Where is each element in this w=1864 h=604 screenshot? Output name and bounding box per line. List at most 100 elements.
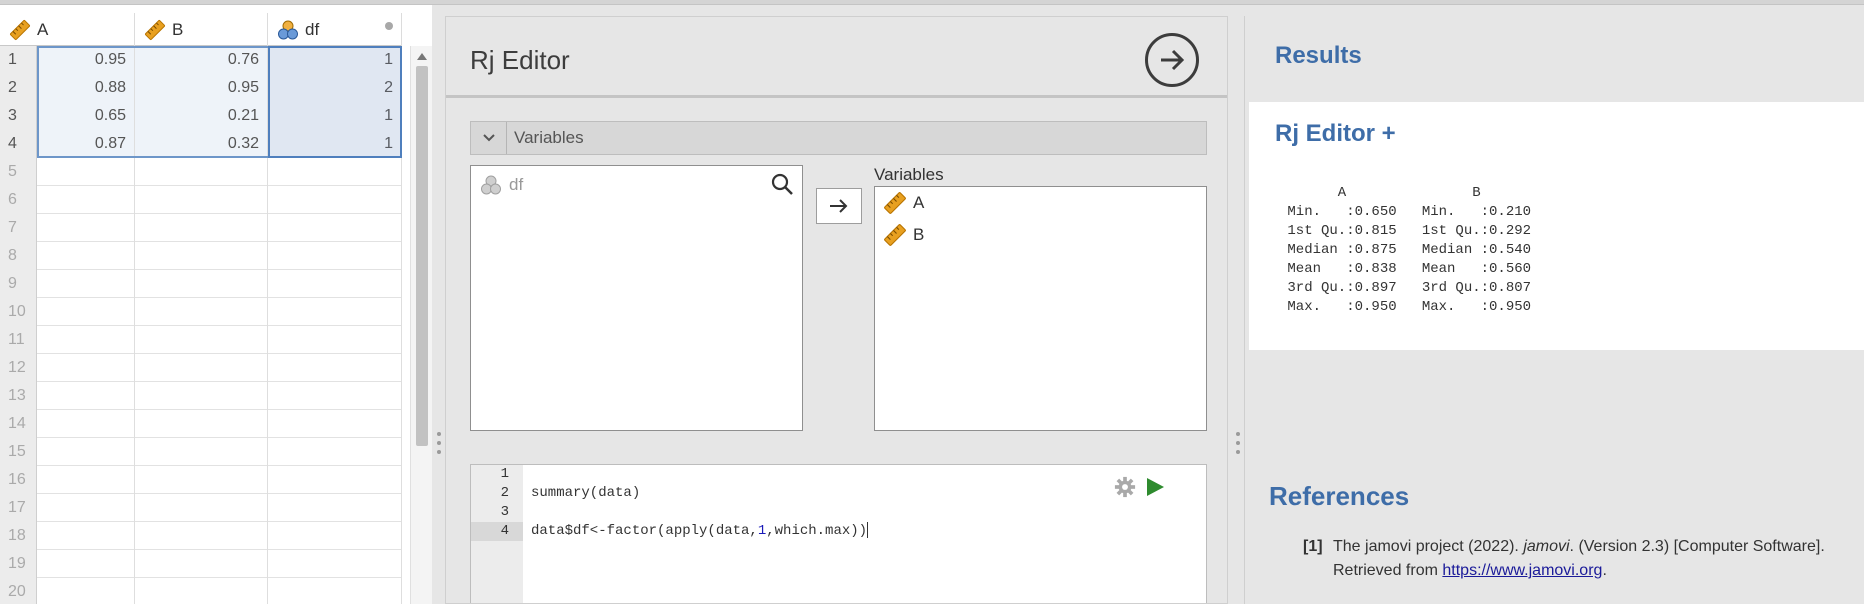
cell-a[interactable] <box>37 410 135 438</box>
cell-b[interactable] <box>135 438 268 466</box>
row-number[interactable]: 20 <box>0 578 37 604</box>
cell-b[interactable] <box>135 270 268 298</box>
cell-b[interactable] <box>135 410 268 438</box>
row-number[interactable]: 14 <box>0 410 37 438</box>
gear-icon[interactable] <box>1114 476 1136 498</box>
cell-a[interactable] <box>37 298 135 326</box>
cell-b[interactable] <box>135 298 268 326</box>
cell-df[interactable] <box>268 298 402 326</box>
cell-df[interactable] <box>268 522 402 550</box>
cell-b[interactable] <box>135 382 268 410</box>
chevron-down-icon[interactable] <box>471 122 507 154</box>
cell-a[interactable] <box>37 438 135 466</box>
cell-b[interactable] <box>135 522 268 550</box>
cell-df[interactable]: 2 <box>268 74 402 102</box>
cell-b[interactable]: 0.76 <box>135 46 268 74</box>
column-header-b[interactable]: B <box>135 13 268 46</box>
cell-df[interactable] <box>268 578 402 604</box>
cell-a[interactable]: 0.87 <box>37 130 135 158</box>
run-analysis-button[interactable] <box>1145 33 1199 87</box>
row-number[interactable]: 9 <box>0 270 37 298</box>
cell-b[interactable] <box>135 354 268 382</box>
cell-a[interactable] <box>37 466 135 494</box>
search-icon[interactable] <box>770 172 794 196</box>
row-number[interactable]: 18 <box>0 522 37 550</box>
cell-a[interactable] <box>37 382 135 410</box>
play-icon[interactable] <box>1144 476 1166 498</box>
cell-df[interactable]: 1 <box>268 46 402 74</box>
cell-b[interactable] <box>135 578 268 604</box>
cell-b[interactable]: 0.32 <box>135 130 268 158</box>
selected-variables-list[interactable]: A B <box>874 186 1207 431</box>
row-number[interactable]: 15 <box>0 438 37 466</box>
variables-section-header[interactable]: Variables <box>470 121 1207 155</box>
cell-df[interactable] <box>268 186 402 214</box>
row-number[interactable]: 13 <box>0 382 37 410</box>
cell-df[interactable]: 1 <box>268 130 402 158</box>
row-number[interactable]: 7 <box>0 214 37 242</box>
cell-b[interactable] <box>135 550 268 578</box>
cell-a[interactable] <box>37 158 135 186</box>
move-variable-button[interactable] <box>816 188 862 224</box>
analysis-title[interactable]: Rj Editor + <box>1275 120 1396 148</box>
cell-df[interactable] <box>268 354 402 382</box>
row-number[interactable]: 6 <box>0 186 37 214</box>
cell-b[interactable] <box>135 186 268 214</box>
row-number[interactable]: 10 <box>0 298 37 326</box>
available-variables-list[interactable]: df <box>470 165 803 431</box>
row-number[interactable]: 4 <box>0 130 37 158</box>
cell-b[interactable]: 0.21 <box>135 102 268 130</box>
code-line[interactable]: summary(data) <box>523 484 1208 503</box>
cell-df[interactable] <box>268 494 402 522</box>
cell-b[interactable] <box>135 466 268 494</box>
cell-df[interactable] <box>268 158 402 186</box>
cell-df[interactable] <box>268 466 402 494</box>
cell-b[interactable] <box>135 158 268 186</box>
row-number[interactable]: 17 <box>0 494 37 522</box>
cell-df[interactable] <box>268 326 402 354</box>
cell-df[interactable] <box>268 438 402 466</box>
row-number[interactable]: 12 <box>0 354 37 382</box>
cell-a[interactable]: 0.88 <box>37 74 135 102</box>
cell-df[interactable] <box>268 270 402 298</box>
cell-b[interactable] <box>135 494 268 522</box>
scroll-up-icon[interactable] <box>417 53 427 60</box>
code-text[interactable]: summary(data) data$df<-factor(apply(data… <box>523 465 1208 541</box>
row-number[interactable]: 2 <box>0 74 37 102</box>
list-item[interactable]: df <box>479 174 523 196</box>
row-number[interactable]: 5 <box>0 158 37 186</box>
cell-df[interactable]: 1 <box>268 102 402 130</box>
cell-b[interactable] <box>135 242 268 270</box>
cell-df[interactable] <box>268 410 402 438</box>
row-number[interactable]: 19 <box>0 550 37 578</box>
cell-a[interactable] <box>37 270 135 298</box>
row-number[interactable]: 11 <box>0 326 37 354</box>
cell-b[interactable] <box>135 326 268 354</box>
splitter-handle-left[interactable] <box>436 432 442 454</box>
cell-b[interactable]: 0.95 <box>135 74 268 102</box>
cell-a[interactable] <box>37 550 135 578</box>
row-number[interactable]: 16 <box>0 466 37 494</box>
cell-a[interactable] <box>37 214 135 242</box>
reference-link[interactable]: https://www.jamovi.org <box>1442 562 1602 579</box>
cell-b[interactable] <box>135 214 268 242</box>
cell-df[interactable] <box>268 214 402 242</box>
column-header-a[interactable]: A <box>0 13 135 46</box>
code-line[interactable] <box>523 465 1208 484</box>
code-line[interactable] <box>523 503 1208 522</box>
cell-a[interactable] <box>37 522 135 550</box>
vertical-scrollbar[interactable] <box>410 46 432 604</box>
cell-df[interactable] <box>268 382 402 410</box>
cell-a[interactable] <box>37 186 135 214</box>
code-line[interactable]: data$df<-factor(apply(data,1,which.max)) <box>523 522 1208 541</box>
code-editor[interactable]: 1 2 3 4 summary(data) data$df<-factor(ap… <box>470 464 1208 603</box>
splitter-handle-right[interactable] <box>1235 432 1241 454</box>
cell-a[interactable] <box>37 326 135 354</box>
column-header-df[interactable]: df <box>268 13 402 46</box>
cell-a[interactable]: 0.65 <box>37 102 135 130</box>
cell-a[interactable]: 0.95 <box>37 46 135 74</box>
cell-a[interactable] <box>37 242 135 270</box>
cell-a[interactable] <box>37 578 135 604</box>
cell-df[interactable] <box>268 550 402 578</box>
row-number[interactable]: 1 <box>0 46 37 74</box>
